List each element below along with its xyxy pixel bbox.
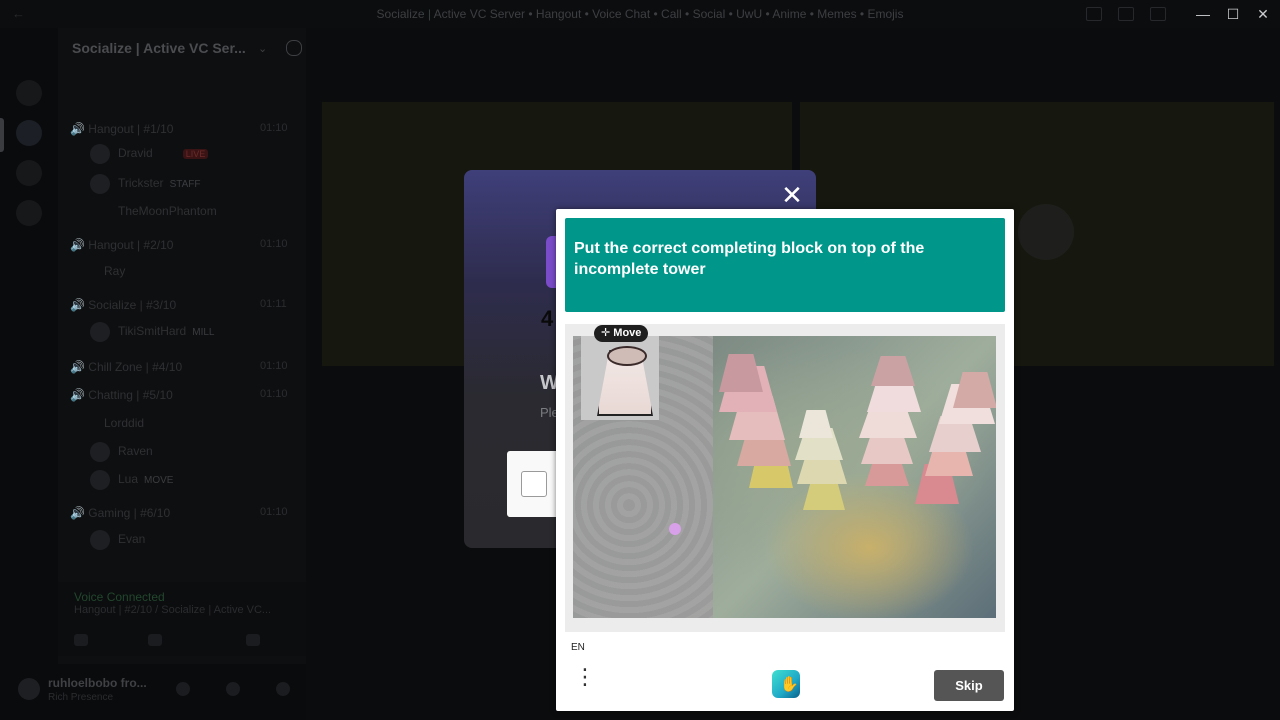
member-item[interactable]: TikiSmitHard MILL xyxy=(90,322,214,342)
channel-label: Chill Zone | #4/10 xyxy=(88,360,183,374)
channel-item[interactable]: 🔊 Gaming | #6/10 01:10 xyxy=(70,506,288,520)
modal-glyph: 4 xyxy=(541,306,554,331)
channel-count: 01:10 xyxy=(260,388,288,400)
pin-icon[interactable] xyxy=(1118,7,1134,21)
server-icon[interactable] xyxy=(16,80,42,106)
channel-label: Gaming | #6/10 xyxy=(88,506,171,520)
selected-server-indicator xyxy=(0,118,4,152)
username: ruhloelbobo fro... xyxy=(48,676,147,690)
member-name: Raven xyxy=(118,444,153,459)
member-item[interactable]: Evan xyxy=(90,530,145,550)
channel-item[interactable]: 🔊 Hangout | #1/10 01:10 xyxy=(70,122,288,136)
avatar xyxy=(90,144,110,164)
server-list xyxy=(0,28,58,720)
member-name: TikiSmitHard xyxy=(118,324,187,339)
member-item[interactable]: TheMoonPhantom xyxy=(118,204,217,218)
member-item[interactable]: Raven xyxy=(90,442,153,462)
voice-status: Voice Connected xyxy=(74,590,165,604)
avatar[interactable] xyxy=(18,678,40,700)
voice-connection-panel: Voice Connected Hangout | #2/10 / Social… xyxy=(58,582,306,656)
challenge-prompt-banner: Put the correct completing block on top … xyxy=(565,218,1005,312)
discover-icon[interactable] xyxy=(16,200,42,226)
channel-item[interactable]: 🔊 Socialize | #3/10 01:11 xyxy=(70,298,287,312)
avatar xyxy=(90,470,110,490)
user-status: Rich Presence xyxy=(48,692,114,703)
skip-button[interactable]: Skip xyxy=(934,670,1004,701)
member-name: Dravid xyxy=(118,146,153,161)
move-badge: ✛ Move xyxy=(594,325,649,342)
minimize-button[interactable]: — xyxy=(1194,5,1212,23)
avatar xyxy=(90,530,110,550)
noise-suppression-icon[interactable] xyxy=(74,634,88,646)
challenge-prompt-text: Put the correct completing block on top … xyxy=(574,240,925,278)
menu-dots-icon[interactable]: ⋮ xyxy=(574,666,596,688)
close-icon[interactable]: ✕ xyxy=(779,182,805,208)
tower-block xyxy=(953,372,996,408)
member-name: Lorddid xyxy=(104,416,145,430)
captcha-checkbox[interactable] xyxy=(521,471,547,497)
member-name: Trickster xyxy=(118,176,164,191)
channel-item[interactable]: 🔊 Chatting | #5/10 01:10 xyxy=(70,388,288,402)
drag-handle-dot[interactable] xyxy=(669,523,681,535)
channel-label: Hangout | #1/10 xyxy=(88,122,174,136)
channel-count: 01:10 xyxy=(260,122,288,134)
channel-count: 01:10 xyxy=(260,238,288,250)
channel-label: Socialize | #3/10 xyxy=(88,298,177,312)
member-name: TheMoonPhantom xyxy=(118,204,217,218)
server-name[interactable]: Socialize | Active VC Ser... xyxy=(72,40,246,56)
chevron-down-icon[interactable]: ⌄ xyxy=(258,42,267,55)
captcha-challenge-dialog: Put the correct completing block on top … xyxy=(556,209,1014,711)
tower-block xyxy=(871,356,915,386)
avatar xyxy=(1018,204,1074,260)
tower-block xyxy=(719,354,763,392)
cup-block xyxy=(597,346,653,416)
headphones-icon[interactable] xyxy=(226,682,240,696)
gear-icon[interactable] xyxy=(276,682,290,696)
move-cross-icon: ✛ xyxy=(601,327,611,339)
channel-label: Hangout | #2/10 xyxy=(88,238,174,252)
language-selector[interactable]: EN xyxy=(571,642,585,653)
inbox-icon[interactable] xyxy=(1086,7,1102,21)
channel-item[interactable]: 🔊 Chill Zone | #4/10 01:10 xyxy=(70,360,288,374)
draggable-block[interactable] xyxy=(581,336,659,420)
member-tag: STAFF xyxy=(169,179,201,191)
member-item[interactable]: Trickster STAFF xyxy=(90,174,201,194)
member-name: Ray xyxy=(104,264,126,278)
user-panel: ruhloelbobo fro... Rich Presence xyxy=(0,664,306,720)
mic-icon[interactable] xyxy=(176,682,190,696)
voice-channel-info: Hangout | #2/10 / Socialize | Active VC.… xyxy=(74,604,272,616)
help-icon[interactable] xyxy=(1150,7,1166,21)
live-badge: LIVE xyxy=(182,149,209,160)
member-item[interactable]: Ray xyxy=(104,264,125,278)
avatar xyxy=(90,322,110,342)
server-icon-socialize[interactable] xyxy=(16,120,42,146)
soundboard-icon[interactable] xyxy=(246,634,260,646)
challenge-canvas[interactable] xyxy=(573,336,996,618)
member-item[interactable]: Lorddid xyxy=(104,416,144,430)
member-tag: MOVE xyxy=(144,475,174,487)
move-label: Move xyxy=(613,327,642,339)
challenge-workarea xyxy=(565,324,1005,632)
tower-block xyxy=(799,410,833,438)
window-titlebar: ← Socialize | Active VC Server • Hangout… xyxy=(0,0,1280,28)
avatar xyxy=(90,442,110,462)
channel-label: Chatting | #5/10 xyxy=(88,388,173,402)
member-name: Evan xyxy=(118,532,146,547)
channel-count: 01:11 xyxy=(260,298,287,310)
member-item[interactable]: Lua MOVE xyxy=(90,470,173,490)
add-server-icon[interactable] xyxy=(16,160,42,186)
activity-icon[interactable] xyxy=(148,634,162,646)
close-window-button[interactable]: ✕ xyxy=(1254,5,1272,23)
invite-icon[interactable] xyxy=(286,40,302,56)
hcaptcha-logo-icon[interactable]: ✋ xyxy=(772,670,800,698)
member-tag: MILL xyxy=(192,327,215,339)
maximize-button[interactable]: ☐ xyxy=(1224,5,1242,23)
channel-count: 01:10 xyxy=(260,506,288,518)
member-name: Lua xyxy=(118,472,139,487)
avatar xyxy=(90,174,110,194)
member-item[interactable]: Dravid LIVE xyxy=(90,144,209,164)
channel-item[interactable]: 🔊 Hangout | #2/10 01:10 xyxy=(70,238,288,252)
channel-count: 01:10 xyxy=(260,360,288,372)
